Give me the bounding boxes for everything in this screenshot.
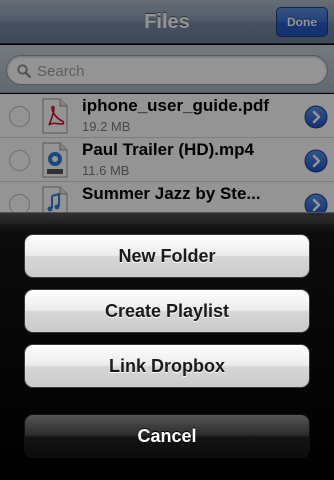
- link-dropbox-button[interactable]: Link Dropbox: [24, 344, 310, 388]
- cancel-button[interactable]: Cancel: [24, 414, 310, 458]
- action-sheet: New Folder Create Playlist Link Dropbox …: [0, 212, 334, 480]
- create-playlist-button[interactable]: Create Playlist: [24, 289, 310, 333]
- new-folder-button[interactable]: New Folder: [24, 234, 310, 278]
